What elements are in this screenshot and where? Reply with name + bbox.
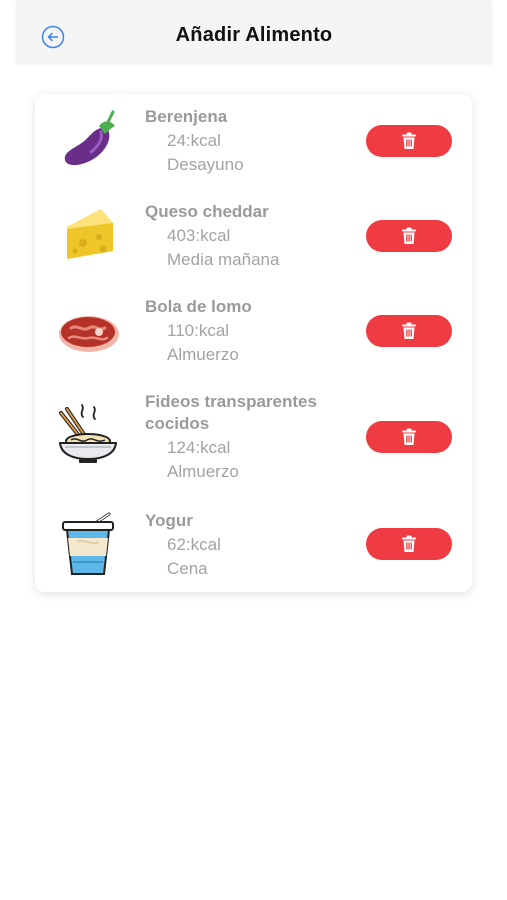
food-name: Berenjena <box>145 107 228 126</box>
food-kcal: 403:kcal <box>167 226 231 245</box>
delete-button[interactable] <box>366 421 452 453</box>
list-item: Berenjena 24:kcal Desayuno <box>35 94 472 189</box>
noodles-icon <box>55 403 121 469</box>
food-kcal: 24:kcal <box>167 131 221 150</box>
list-item: Bola de lomo 110:kcal Almuerzo <box>35 284 472 379</box>
food-name: Queso cheddar <box>145 202 269 221</box>
food-meal: Almuerzo <box>167 345 239 364</box>
list-item: Fideos transparentes cocidos 124:kcal Al… <box>35 379 472 496</box>
food-name: Yogur <box>145 511 193 530</box>
food-kcal: 124:kcal <box>167 438 231 457</box>
cheese-icon <box>55 203 121 269</box>
food-meal: Cena <box>167 559 208 578</box>
trash-icon <box>402 132 416 149</box>
delete-button[interactable] <box>366 125 452 157</box>
list-item: Queso cheddar 403:kcal Media mañana <box>35 189 472 284</box>
food-meal: Desayuno <box>167 155 244 174</box>
page-title: Añadir Alimento <box>175 24 333 46</box>
app-header: Añadir Alimento <box>16 0 492 64</box>
eggplant-icon <box>55 106 121 172</box>
yogurt-icon <box>55 512 121 578</box>
food-meal: Almuerzo <box>167 462 239 481</box>
trash-icon <box>402 322 416 339</box>
meat-icon <box>55 298 121 364</box>
list-item: Yogur 62:kcal Cena <box>35 496 472 592</box>
food-kcal: 110:kcal <box>167 321 230 340</box>
food-name: Fideos transparentes cocidos <box>145 392 317 433</box>
delete-button[interactable] <box>366 220 452 252</box>
delete-button[interactable] <box>366 528 452 560</box>
food-name: Bola de lomo <box>145 297 252 316</box>
trash-icon <box>402 428 416 445</box>
trash-icon <box>402 535 416 552</box>
food-kcal: 62:kcal <box>167 535 221 554</box>
food-list-card: Berenjena 24:kcal Desayuno Queso cheddar… <box>35 94 472 592</box>
delete-button[interactable] <box>366 315 452 347</box>
food-meal: Media mañana <box>167 250 280 269</box>
trash-icon <box>402 227 416 244</box>
